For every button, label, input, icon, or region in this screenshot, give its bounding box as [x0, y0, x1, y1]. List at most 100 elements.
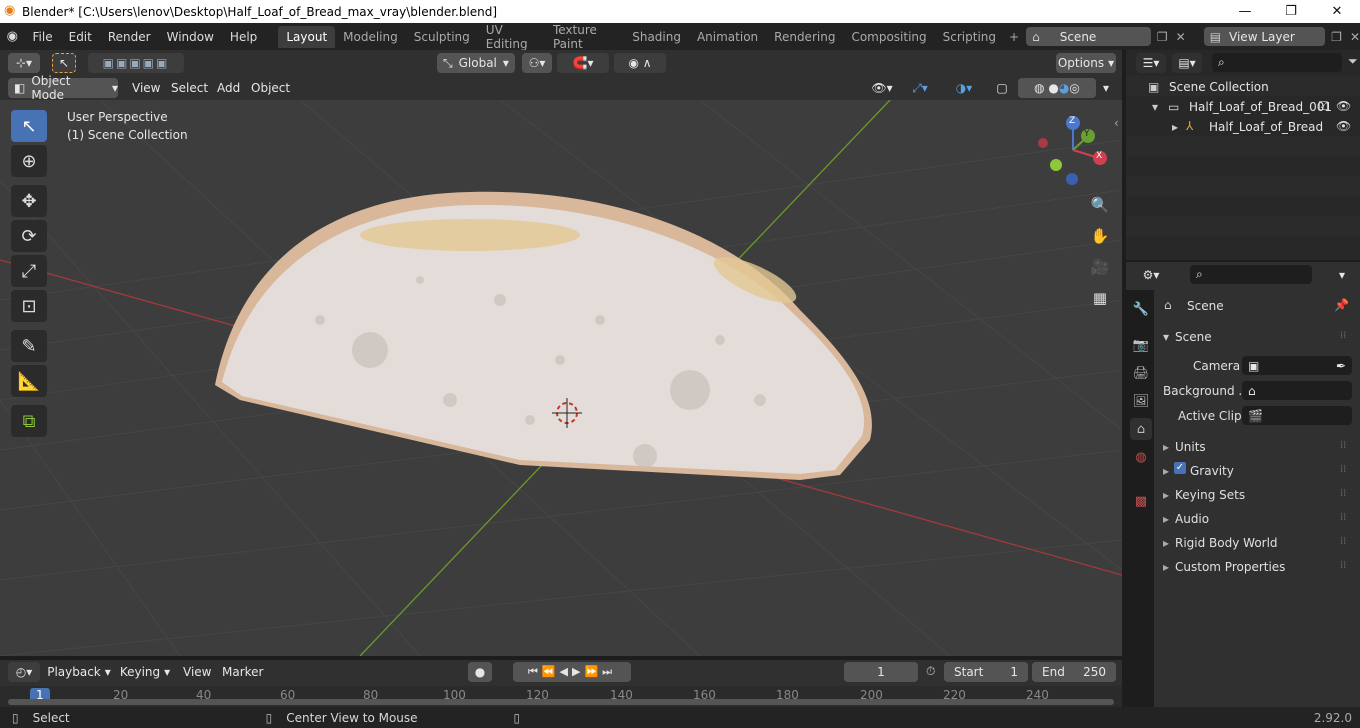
current-frame-field[interactable]: 1 [844, 662, 918, 682]
editor-type-icon[interactable]: ⊹▾ [8, 53, 40, 73]
move-tool-icon[interactable]: ✥ [11, 185, 47, 217]
panel-units[interactable]: Units [1175, 440, 1206, 454]
copy-view-layer-icon[interactable]: ❐ [1331, 30, 1342, 44]
render-tab-icon[interactable]: 📷 [1130, 334, 1152, 356]
active-clip-field[interactable]: 🎬 [1242, 406, 1352, 425]
timeline-editor-type-icon[interactable]: ◴▾ [8, 662, 40, 682]
panel-gravity[interactable]: Gravity [1190, 464, 1234, 478]
pan-hand-icon[interactable]: ✋ [1087, 223, 1113, 249]
orthographic-toggle-icon[interactable]: ▦ [1087, 285, 1113, 311]
tab-layout[interactable]: Layout [278, 25, 336, 48]
outliner-root[interactable]: Scene Collection [1169, 80, 1269, 94]
properties-options-icon[interactable]: ▾ [1330, 265, 1354, 285]
outliner-item-collection[interactable]: Half_Loaf_of_Bread_001 [1189, 100, 1332, 114]
3d-viewport[interactable]: Z Y X User Perspective (1) Scene Collect… [0, 100, 1122, 656]
panel-collapse-icon[interactable]: ▸ [1163, 536, 1169, 550]
maximize-button[interactable]: ❐ [1268, 0, 1314, 23]
record-keyframe-icon[interactable]: ● [468, 662, 492, 682]
filter-icon[interactable]: ⏷ [1348, 54, 1358, 69]
start-frame-field[interactable]: Start 1 [944, 662, 1028, 682]
rotate-tool-icon[interactable]: ⟳ [11, 220, 47, 252]
snap-icon[interactable]: 🧲▾ [557, 53, 609, 73]
panel-collapse-icon[interactable]: ▸ [1163, 512, 1169, 526]
visibility-icon[interactable]: 👁▾ [866, 78, 898, 98]
outliner-editor-type-icon[interactable]: ☰▾ [1136, 53, 1166, 73]
panel-collapse-icon[interactable]: ▸ [1163, 560, 1169, 574]
cursor-tool-icon[interactable]: ⊕ [11, 145, 47, 177]
world-tab-icon[interactable]: ◍ [1130, 446, 1152, 468]
gizmo-toggle-icon[interactable]: ⤢▾ [902, 78, 938, 98]
visibility-eye-icon[interactable]: 👁 [1336, 99, 1351, 113]
zoom-icon[interactable]: 🔍 [1087, 192, 1113, 218]
blender-menu-icon[interactable]: ◉ [0, 29, 25, 44]
scene-tab-icon[interactable]: ⌂ [1130, 418, 1152, 440]
tab-modeling[interactable]: Modeling [335, 26, 406, 48]
properties-search-input[interactable]: ⌕ [1190, 265, 1312, 284]
viewport-menu-add[interactable]: Add [217, 81, 240, 95]
camera-view-icon[interactable]: 🎥 [1087, 254, 1113, 280]
shading-options-icon[interactable]: ▾ [1097, 78, 1115, 98]
gravity-checkbox[interactable]: ✓ [1174, 462, 1186, 474]
view-layer-tab-icon[interactable]: 🖼 [1130, 390, 1152, 412]
outliner-item-object[interactable]: Half_Loaf_of_Bread [1209, 120, 1323, 134]
scale-tool-icon[interactable]: ⤢ [11, 255, 47, 287]
visibility-eye-icon[interactable]: 👁 [1336, 119, 1351, 133]
annotate-tool-icon[interactable]: ✎ [11, 330, 47, 362]
tab-scripting[interactable]: Scripting [935, 26, 1004, 48]
tool-tab-icon[interactable]: 🔧 [1130, 298, 1152, 320]
transform-tool-icon[interactable]: ⊡ [11, 290, 47, 322]
select-box-tool-icon[interactable]: ↖ [52, 53, 76, 73]
drag-handle-icon[interactable]: ⁞⁞ [1340, 512, 1346, 523]
drag-handle-icon[interactable]: ⁞⁞ [1340, 440, 1346, 451]
menu-window[interactable]: Window [159, 30, 222, 44]
close-button[interactable]: ✕ [1314, 0, 1360, 23]
tab-rendering[interactable]: Rendering [766, 26, 843, 48]
menu-edit[interactable]: Edit [61, 30, 100, 44]
pin-icon[interactable]: 📌 [1334, 298, 1349, 312]
drag-handle-icon[interactable]: ⁞⁞ [1340, 464, 1346, 475]
menu-help[interactable]: Help [222, 30, 265, 44]
timeline-scrollbar[interactable] [8, 699, 1114, 705]
add-workspace-icon[interactable]: + [1004, 30, 1024, 44]
tab-compositing[interactable]: Compositing [843, 26, 934, 48]
keying-menu[interactable]: Keying ▾ [116, 662, 174, 682]
mode-dropdown[interactable]: ◧ Object Mode ▾ [8, 74, 118, 102]
playback-controls[interactable]: ⏮⏪◀▶⏩⏭ [513, 662, 631, 682]
remove-view-layer-icon[interactable]: ✕ [1350, 30, 1360, 44]
panel-custom-properties[interactable]: Custom Properties [1175, 560, 1285, 574]
select-box-tool-icon[interactable]: ↖ [11, 110, 47, 142]
end-frame-field[interactable]: End 250 [1032, 662, 1116, 682]
panel-rigid-body-world[interactable]: Rigid Body World [1175, 536, 1278, 550]
pivot-point-icon[interactable]: ⚇▾ [522, 53, 552, 73]
expand-arrow-icon[interactable]: ▾ [1152, 100, 1158, 114]
stopwatch-icon[interactable]: ⏱ [926, 664, 935, 679]
output-tab-icon[interactable]: 🖨 [1130, 362, 1152, 384]
menu-file[interactable]: File [25, 30, 61, 44]
viewport-menu-object[interactable]: Object [251, 81, 290, 95]
display-mode-icon[interactable]: ▤▾ [1172, 53, 1202, 73]
remove-scene-icon[interactable]: ✕ [1176, 30, 1186, 44]
timeline-menu-view[interactable]: View [183, 665, 211, 679]
transform-orientation-dropdown[interactable]: ⤡ Global ▾ [437, 53, 515, 73]
scene-panel-title[interactable]: Scene [1175, 330, 1212, 344]
panel-collapse-icon[interactable]: ▸ [1163, 488, 1169, 502]
timeline-menu-marker[interactable]: Marker [222, 665, 263, 679]
tab-animation[interactable]: Animation [689, 26, 766, 48]
eyedropper-icon[interactable]: ✒ [1336, 359, 1346, 373]
properties-editor-type-icon[interactable]: ⚙▾ [1136, 265, 1166, 285]
proportional-edit-icon[interactable]: ◉ ∧ [614, 53, 666, 73]
panel-expand-icon[interactable]: ▾ [1163, 330, 1169, 344]
add-cube-tool-icon[interactable]: ⧉ [11, 405, 47, 437]
viewport-menu-select[interactable]: Select [171, 81, 208, 95]
camera-field[interactable]: ▣ ✒ [1242, 356, 1352, 375]
background-scene-field[interactable]: ⌂ [1242, 381, 1352, 400]
sidebar-toggle-icon[interactable]: ‹ [1114, 116, 1119, 130]
view-layer-selector[interactable]: ▤ View Layer [1203, 27, 1326, 46]
overlay-toggle-icon[interactable]: ◑▾ [946, 78, 982, 98]
exclude-checkbox-icon[interactable]: ☑ [1318, 99, 1329, 113]
collapse-arrow-icon[interactable]: ▸ [1172, 120, 1178, 134]
scene-selector[interactable]: ⌂ Scene [1026, 27, 1151, 46]
tab-shading[interactable]: Shading [624, 26, 689, 48]
drag-handle-icon[interactable]: ⁞⁞ [1340, 488, 1346, 499]
measure-tool-icon[interactable]: 📐 [11, 365, 47, 397]
